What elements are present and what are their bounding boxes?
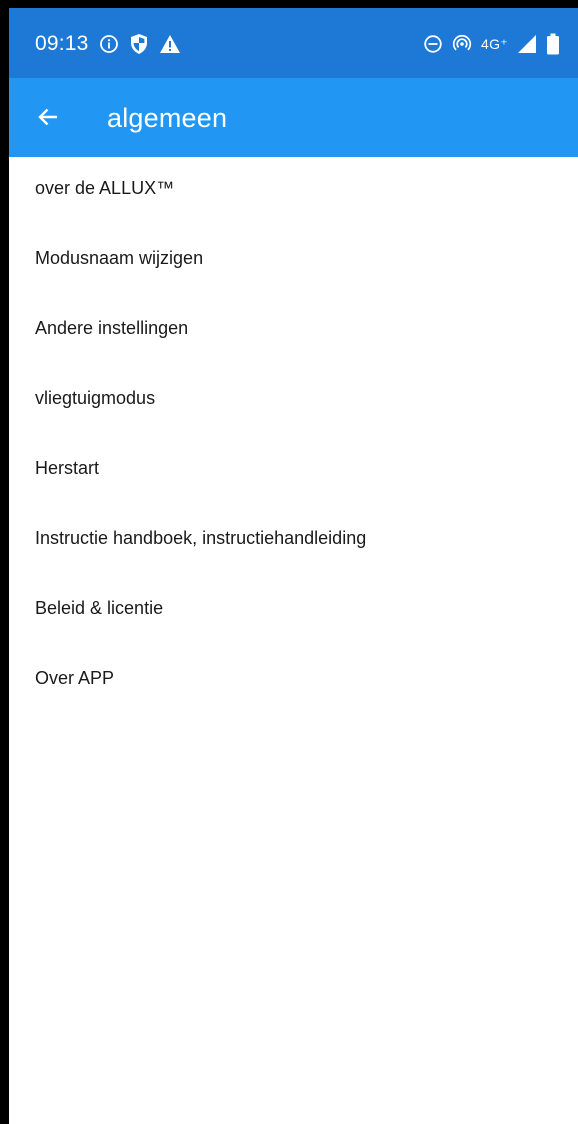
menu-item-instruction-manual[interactable]: Instructie handboek, instructiehandleidi… xyxy=(9,507,578,577)
menu-item-policy-license[interactable]: Beleid & licentie xyxy=(9,577,578,647)
menu-item-about-app[interactable]: Over APP xyxy=(9,647,578,717)
menu-item-label: Over APP xyxy=(35,668,115,688)
status-time: 09:13 xyxy=(35,32,89,55)
shield-icon xyxy=(129,33,149,55)
menu-item-rename-mode[interactable]: Modusnaam wijzigen xyxy=(9,227,578,297)
menu-item-label: Beleid & licentie xyxy=(35,598,164,618)
do-not-disturb-icon xyxy=(423,34,443,54)
signal-icon xyxy=(517,34,537,54)
info-icon xyxy=(99,34,119,54)
status-bar-right: 4G⁺ xyxy=(423,30,560,58)
menu-item-other-settings[interactable]: Andere instellingen xyxy=(9,297,578,367)
menu-item-label: Andere instellingen xyxy=(35,318,189,338)
status-bar: 09:13 4G⁺ xyxy=(9,8,578,78)
menu-item-label: Herstart xyxy=(35,458,100,478)
menu-item-about-allux[interactable]: over de ALLUX™ xyxy=(9,157,578,227)
menu-item-restart[interactable]: Herstart xyxy=(9,437,578,507)
menu-item-label: vliegtuigmodus xyxy=(35,388,156,408)
hotspot-icon xyxy=(452,34,472,54)
settings-menu: over de ALLUX™ Modusnaam wijzigen Andere… xyxy=(9,157,578,717)
back-arrow-icon xyxy=(37,106,59,128)
network-type-label: 4G⁺ xyxy=(481,35,508,52)
app-bar: algemeen xyxy=(9,78,578,157)
page-title: algemeen xyxy=(107,103,228,133)
menu-item-label: over de ALLUX™ xyxy=(35,178,175,198)
menu-item-airplane-mode[interactable]: vliegtuigmodus xyxy=(9,367,578,437)
back-button[interactable] xyxy=(25,94,71,140)
phone-screen: 09:13 4G⁺ algemeen over de ALLUX™ Modusn… xyxy=(9,8,578,1124)
battery-icon xyxy=(546,33,560,55)
menu-item-label: Instructie handboek, instructiehandleidi… xyxy=(35,528,367,548)
menu-item-label: Modusnaam wijzigen xyxy=(35,248,204,268)
warning-icon xyxy=(159,34,181,54)
status-bar-left: 09:13 xyxy=(35,30,181,58)
